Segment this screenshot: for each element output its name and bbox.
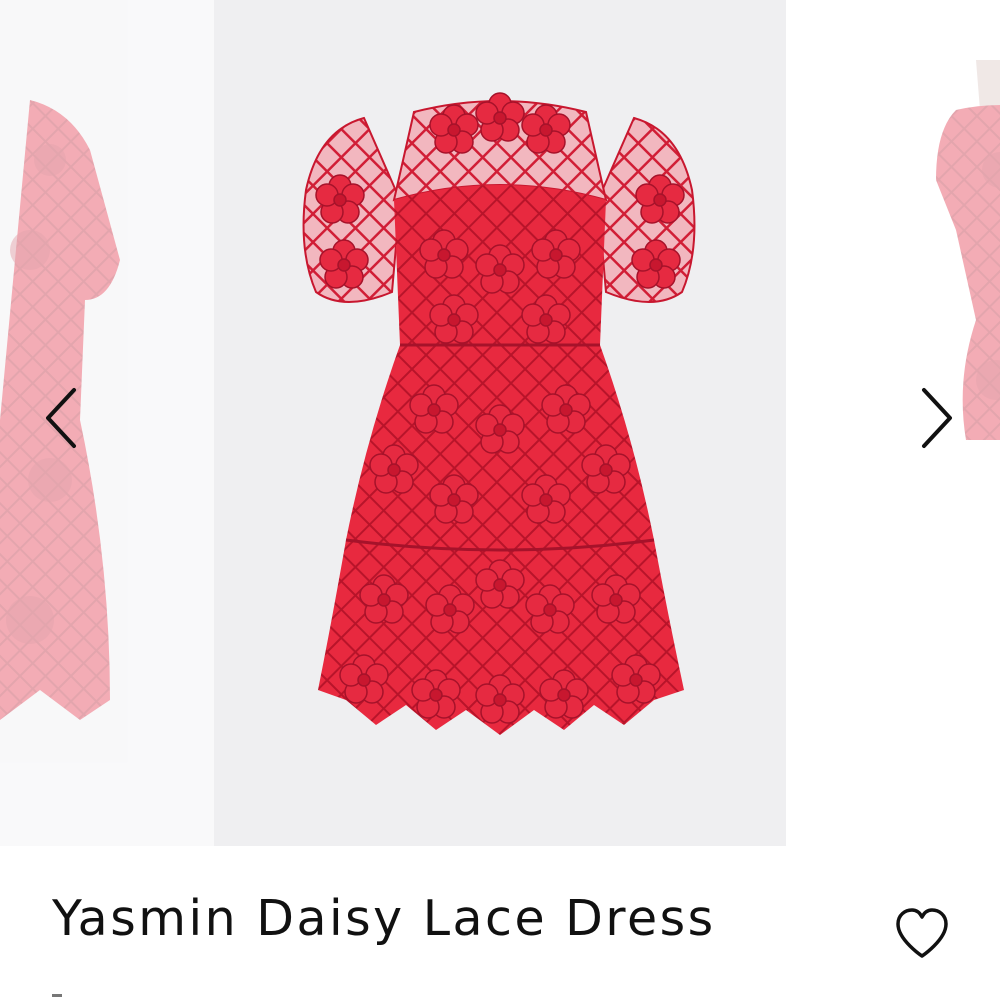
heart-icon [896,908,948,958]
chevron-right-icon [922,388,952,448]
gallery-image-next[interactable] [786,0,1000,846]
image-gallery[interactable] [0,0,1000,846]
add-to-wishlist-button[interactable] [892,906,952,962]
gallery-image-previous[interactable] [0,0,214,846]
dress-image-mannequin [936,60,1000,440]
previous-image-button[interactable] [38,384,82,452]
product-title: Yasmin Daisy Lace Dress [52,890,716,947]
chevron-left-icon [46,388,76,448]
dress-image-front [302,92,696,735]
product-page: Yasmin Daisy Lace Dress [0,0,1000,1000]
product-info: Yasmin Daisy Lace Dress [0,846,1000,1000]
dress-image-side [0,100,120,720]
next-image-button[interactable] [916,384,960,452]
price-row-partial [52,990,66,1000]
gallery-image-current[interactable] [214,0,786,846]
